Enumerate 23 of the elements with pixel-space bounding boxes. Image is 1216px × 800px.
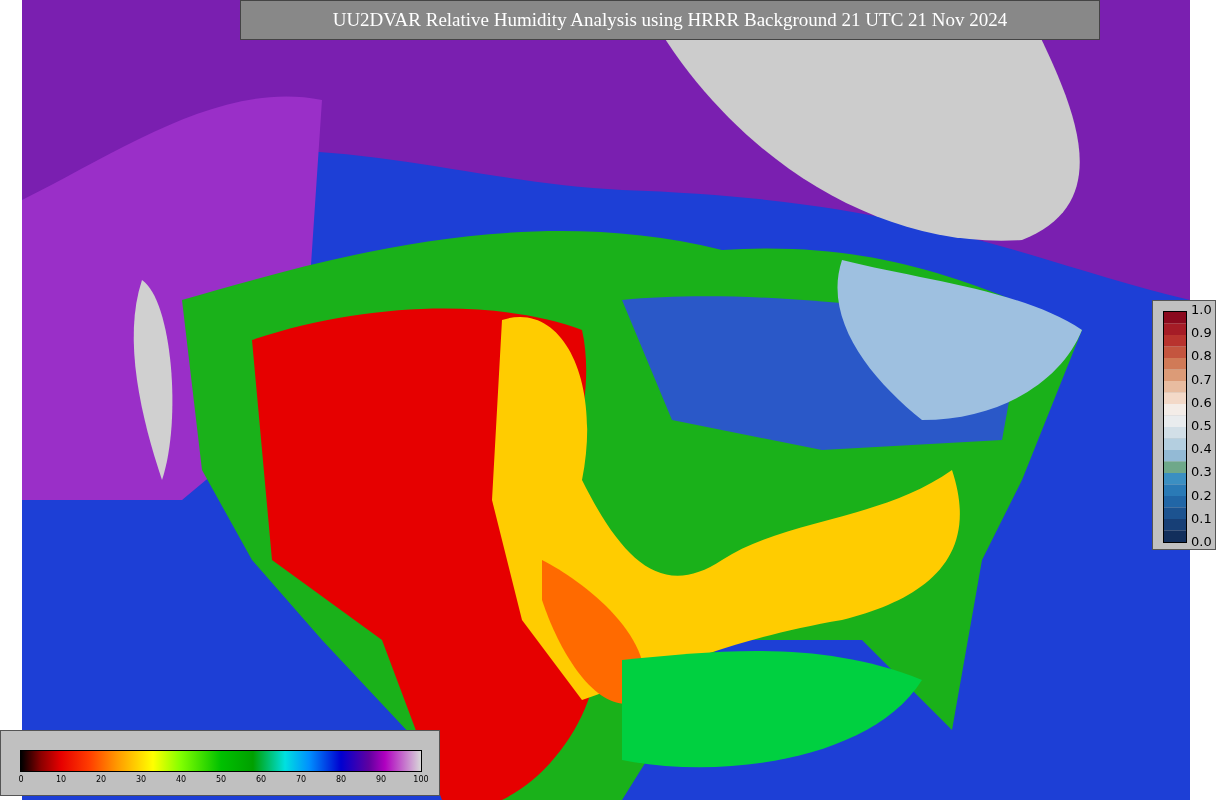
tick-label: 0.1 bbox=[1191, 511, 1212, 526]
tick-label: 70 bbox=[295, 775, 307, 784]
tick-label: 0 bbox=[18, 775, 24, 784]
tick-label: 1.0 bbox=[1191, 303, 1212, 317]
tick-label: 0.2 bbox=[1191, 488, 1212, 503]
tick-label: 30 bbox=[135, 775, 147, 784]
tick-label: 0.7 bbox=[1191, 372, 1212, 387]
tick-label: 90 bbox=[375, 775, 387, 784]
tick-label: 0.5 bbox=[1191, 418, 1212, 433]
tick-label: 60 bbox=[255, 775, 267, 784]
tick-label: 40 bbox=[175, 775, 187, 784]
tick-label: 0.8 bbox=[1191, 349, 1212, 364]
map-title: UU2DVAR Relative Humidity Analysis using HRRR Background 21 UTC 21 Nov 2024 bbox=[240, 0, 1100, 40]
tick-label: 20 bbox=[95, 775, 107, 784]
tick-label: 0.9 bbox=[1191, 326, 1212, 341]
tick-label: 0.6 bbox=[1191, 395, 1212, 410]
tick-label: 10 bbox=[55, 775, 67, 784]
tick-label: 0.0 bbox=[1191, 534, 1212, 549]
tick-label: 0.4 bbox=[1191, 442, 1212, 457]
tick-label: 100 bbox=[413, 775, 429, 784]
tick-label: 0.3 bbox=[1191, 465, 1212, 480]
tick-label: 80 bbox=[335, 775, 347, 784]
tick-label: 50 bbox=[215, 775, 227, 784]
